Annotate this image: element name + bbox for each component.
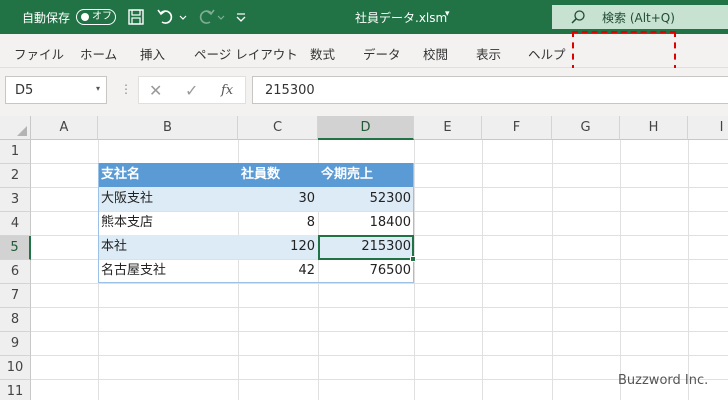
tab-help[interactable]: ヘルプ (528, 44, 566, 63)
gridline (414, 140, 415, 400)
table-header-sales[interactable]: 今期売上 (318, 163, 414, 187)
toggle-knob (81, 13, 89, 21)
gridline (482, 140, 483, 400)
cancel-icon[interactable]: ✕ (149, 81, 162, 100)
column-header-d[interactable]: D (318, 116, 414, 140)
table-cell[interactable]: 76500 (318, 259, 414, 283)
column-header-i[interactable]: I (688, 116, 728, 140)
row-header-6[interactable]: 6 (0, 260, 31, 284)
fill-handle[interactable] (410, 256, 416, 262)
row-header-7[interactable]: 7 (0, 284, 31, 308)
gridline (688, 140, 689, 400)
row-header-3[interactable]: 3 (0, 188, 31, 212)
formula-input[interactable]: 215300 (252, 76, 728, 104)
search-box[interactable]: 検索 (Alt+Q) (552, 5, 728, 29)
autosave-toggle-label: オフ (92, 11, 112, 22)
redo-dropdown-icon[interactable] (216, 7, 226, 27)
formula-buttons: ✕ ✓ fx (138, 76, 246, 104)
row-header-1[interactable]: 1 (0, 140, 31, 164)
table-header-branch[interactable]: 支社名 (98, 163, 238, 187)
autosave-label: 自動保存 (22, 11, 71, 25)
highlight-box (572, 31, 676, 71)
undo-icon[interactable] (156, 7, 176, 27)
worksheet-grid[interactable]: A B C D E F G H I 1 2 3 4 5 6 7 8 9 10 1… (0, 116, 728, 400)
table-cell[interactable]: 18400 (318, 211, 414, 235)
select-all-button[interactable] (0, 116, 31, 140)
gridline (31, 307, 728, 308)
table-cell[interactable]: 大阪支社 (98, 187, 238, 211)
tab-insert[interactable]: 挿入 (140, 44, 165, 63)
gridline (31, 283, 728, 284)
search-text: 検索 (Alt+Q) (602, 11, 675, 25)
table-header-employees[interactable]: 社員数 (238, 163, 318, 187)
splitter-handle[interactable]: ⋮ (120, 82, 132, 96)
gridline (31, 355, 728, 356)
formula-bar: D5 ▾ ⋮ ✕ ✓ fx 215300 (0, 68, 728, 116)
table-cell[interactable]: 8 (238, 211, 318, 235)
file-name-caret[interactable]: ▾ (445, 9, 450, 19)
gridline (620, 140, 621, 400)
insert-function-icon[interactable]: fx (221, 83, 233, 98)
watermark: Buzzword Inc. (618, 373, 709, 388)
table-cell[interactable]: 52300 (318, 187, 414, 211)
column-header-g[interactable]: G (552, 116, 620, 140)
column-header-h[interactable]: H (620, 116, 688, 140)
row-header-5[interactable]: 5 (0, 236, 31, 260)
table-cell[interactable]: 42 (238, 259, 318, 283)
tab-data[interactable]: データ (363, 44, 401, 63)
gridline (552, 140, 553, 400)
tab-view[interactable]: 表示 (476, 44, 501, 63)
table-cell[interactable]: 熊本支店 (98, 211, 238, 235)
table-cell[interactable]: 30 (238, 187, 318, 211)
enter-icon[interactable]: ✓ (185, 81, 198, 100)
name-box-value: D5 (15, 83, 34, 98)
active-cell-outline (318, 235, 414, 260)
column-header-b[interactable]: B (98, 116, 238, 140)
table-cell[interactable]: 名古屋支社 (98, 259, 238, 283)
undo-dropdown-icon[interactable] (178, 7, 188, 27)
title-bar: 自動保存 オフ 社員データ.xlsm ▾ 検索 (Alt+Q) (0, 0, 728, 34)
customize-icon[interactable] (234, 7, 248, 27)
row-header-8[interactable]: 8 (0, 308, 31, 332)
table-cell[interactable]: 120 (238, 235, 318, 259)
formula-value: 215300 (265, 83, 315, 98)
table-cell[interactable]: 本社 (98, 235, 238, 259)
search-icon (571, 10, 585, 24)
save-icon[interactable] (126, 7, 146, 27)
column-header-e[interactable]: E (414, 116, 482, 140)
file-name[interactable]: 社員データ.xlsm (355, 9, 447, 26)
name-box-dropdown-icon[interactable]: ▾ (96, 84, 100, 93)
name-box[interactable]: D5 ▾ (5, 76, 107, 104)
tab-home[interactable]: ホーム (80, 44, 117, 63)
row-header-10[interactable]: 10 (0, 356, 31, 380)
row-header-11[interactable]: 11 (0, 380, 31, 400)
tab-formulas[interactable]: 数式 (310, 44, 335, 63)
column-header-f[interactable]: F (482, 116, 552, 140)
tab-review[interactable]: 校閲 (423, 44, 448, 63)
row-header-2[interactable]: 2 (0, 164, 31, 188)
column-header-c[interactable]: C (238, 116, 318, 140)
row-header-9[interactable]: 9 (0, 332, 31, 356)
row-header-4[interactable]: 4 (0, 212, 31, 236)
autosave-toggle[interactable]: オフ (76, 9, 116, 25)
redo-icon[interactable] (196, 7, 216, 27)
tab-page-layout[interactable]: ページ レイアウト (194, 44, 298, 63)
tab-file[interactable]: ファイル (14, 44, 64, 63)
gridline (31, 331, 728, 332)
column-header-a[interactable]: A (31, 116, 98, 140)
